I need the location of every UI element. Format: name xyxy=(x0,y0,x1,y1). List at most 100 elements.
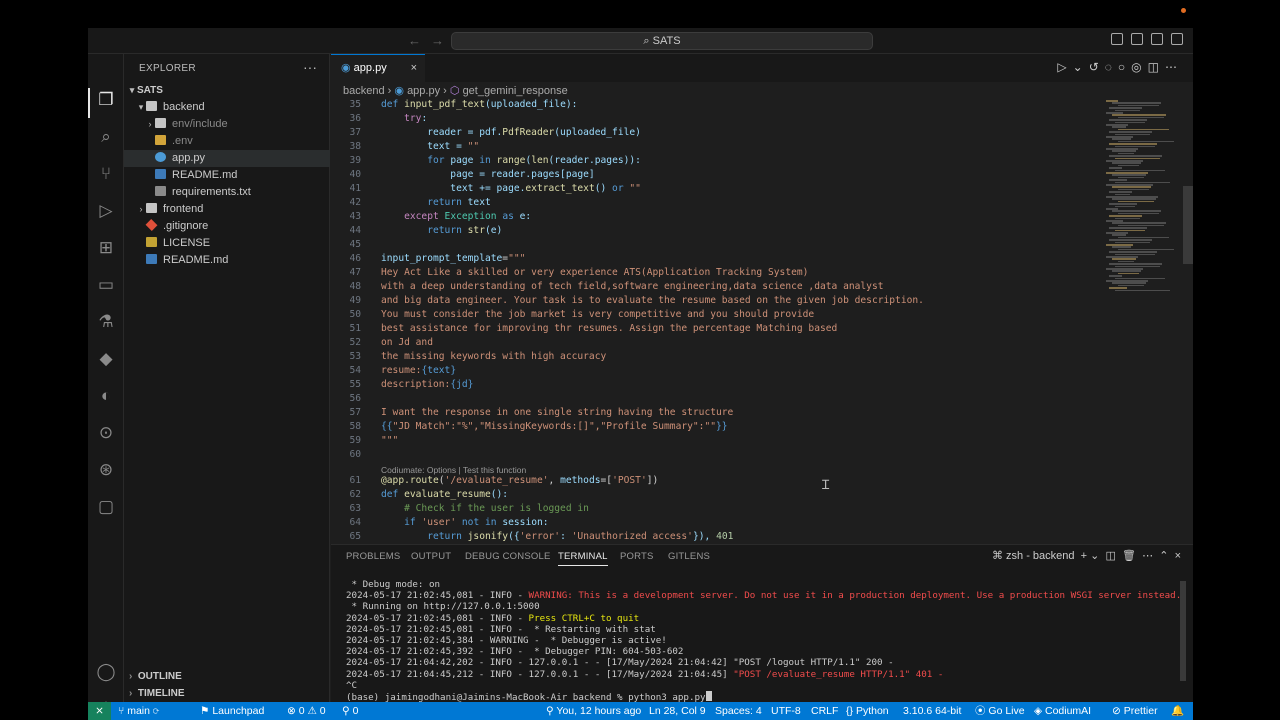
terminal-scrollbar[interactable] xyxy=(1180,581,1186,681)
code-line: 51 best assistance for improving thr resu… xyxy=(331,322,1101,336)
terminal-text: 2024-05-17 21:02:45,081 - INFO - xyxy=(346,590,529,602)
code-text: best assistance for improving thr resume… xyxy=(381,323,838,334)
tree-folder[interactable]: › frontend xyxy=(124,201,330,218)
codium-status[interactable]: ◈ CodiumAI xyxy=(1034,702,1091,720)
tree-folder[interactable]: › env/include xyxy=(124,116,330,133)
remote-explorer-icon[interactable]: ▭ xyxy=(96,275,116,295)
line-number: 44 xyxy=(349,225,361,236)
code-line: 43 except Exception as e: xyxy=(331,210,1101,224)
toggle-secondary-sidebar-icon[interactable] xyxy=(1151,33,1163,45)
revert-icon[interactable]: ↺ xyxy=(1089,60,1105,74)
branch-status[interactable]: ⑂ main ⟳ xyxy=(118,702,159,720)
dropdown-icon[interactable]: ⌄ xyxy=(1090,550,1099,562)
codium-icon[interactable]: ◐ xyxy=(96,386,116,406)
codium-action-icon[interactable]: ◎ xyxy=(1131,60,1147,74)
more-editor-actions-icon[interactable]: ⋯ xyxy=(1165,60,1183,74)
line-number: 61 xyxy=(349,475,361,486)
editor-scrollbar[interactable] xyxy=(1183,186,1193,264)
breadcrumb-file[interactable]: app.py xyxy=(407,85,440,97)
accounts-icon[interactable]: ◯ xyxy=(96,662,116,682)
toggle-icon[interactable]: ○ xyxy=(1118,60,1131,74)
chevron-right-icon: › xyxy=(148,119,152,129)
terminal-output[interactable]: * Debug mode: on 2024-05-17 21:02:45,081 … xyxy=(346,579,1186,702)
code-line: 59 """ xyxy=(331,434,1101,448)
maximize-panel-icon[interactable]: ⌃ xyxy=(1159,550,1168,562)
terminal-line: ^C xyxy=(346,680,1186,691)
chat-icon[interactable]: ▢ xyxy=(96,497,116,517)
interpreter[interactable]: 3.10.6 64-bit xyxy=(903,702,961,720)
code-text: except Exception as e: xyxy=(404,211,532,222)
run-file-icon[interactable]: ▷ xyxy=(1057,60,1072,74)
line-ending[interactable]: CRLF xyxy=(811,702,838,720)
explorer-icon[interactable]: ❐ xyxy=(96,90,116,110)
tree-file[interactable]: .env xyxy=(124,133,330,150)
ports-status[interactable]: ⚲ 0 xyxy=(342,702,358,720)
code-line: 37 reader = pdf.PdfReader(uploaded_file) xyxy=(331,126,1101,140)
panel-tab-ports[interactable]: PORTS xyxy=(620,551,654,562)
extensions-icon[interactable]: ⊞ xyxy=(96,238,116,258)
run-debug-icon[interactable]: ▷ xyxy=(96,201,116,221)
close-panel-icon[interactable]: × xyxy=(1175,550,1181,562)
terminal-line: * Debug mode: on xyxy=(346,579,1186,590)
docker-icon[interactable]: ◆ xyxy=(96,349,116,369)
timeline-section[interactable]: › TIMELINE xyxy=(124,685,330,702)
gitlens-icon[interactable]: ⊙ xyxy=(96,423,116,443)
customize-layout-icon[interactable] xyxy=(1171,33,1183,45)
more-icon[interactable]: ⋯ xyxy=(1142,550,1153,562)
kill-terminal-icon[interactable]: 🗑 xyxy=(1122,550,1136,562)
new-terminal-icon[interactable]: + xyxy=(1081,550,1087,562)
toggle-panel-icon[interactable] xyxy=(1131,33,1143,45)
tree-file[interactable]: app.py xyxy=(124,150,330,167)
minimap-line xyxy=(1112,150,1136,152)
go-live[interactable]: ⦿ Go Live xyxy=(975,702,1025,720)
line-number: 57 xyxy=(349,407,361,418)
line-number: 49 xyxy=(349,295,361,306)
testing-icon[interactable]: ⚗ xyxy=(96,312,116,332)
encoding[interactable]: UTF-8 xyxy=(771,702,801,720)
split-terminal-icon[interactable]: ◫ xyxy=(1105,550,1115,562)
more-actions-icon[interactable]: ··· xyxy=(303,59,317,75)
outline-section[interactable]: › OUTLINE xyxy=(124,668,330,685)
launchpad-status[interactable]: ⚑ Launchpad xyxy=(200,702,264,720)
notifications-icon[interactable]: 🔔 xyxy=(1171,702,1184,720)
tree-file[interactable]: .gitignore xyxy=(124,218,330,235)
breadcrumb-symbol[interactable]: get_gemini_response xyxy=(463,85,568,97)
compare-icon[interactable]: ◌ xyxy=(1105,60,1118,74)
remote-indicator-icon[interactable]: ⨯ xyxy=(88,702,111,720)
run-dropdown-icon[interactable]: ⌄ xyxy=(1073,60,1089,74)
code-editor[interactable]: 35 def input_pdf_text(uploaded_file): 36 t… xyxy=(331,98,1193,544)
tree-file[interactable]: LICENSE xyxy=(124,235,330,252)
panel-tab-output[interactable]: OUTPUT xyxy=(411,551,451,562)
explorer-title: EXPLORER xyxy=(139,63,196,74)
tree-file[interactable]: README.md xyxy=(124,167,330,184)
minimap-line xyxy=(1118,152,1134,155)
indentation[interactable]: Spaces: 4 xyxy=(715,702,762,720)
tree-file[interactable]: README.md xyxy=(124,252,330,269)
panel-tab-debug-console[interactable]: DEBUG CONSOLE xyxy=(465,551,550,562)
language-mode[interactable]: {} Python xyxy=(846,702,889,720)
blame-status[interactable]: ⚲ You, 12 hours ago xyxy=(546,702,641,720)
prettier-status[interactable]: ⊘ Prettier xyxy=(1112,702,1158,720)
nav-arrows[interactable]: ←→ xyxy=(408,33,454,48)
terminal-name[interactable]: zsh - backend xyxy=(1006,550,1074,562)
panel-tab-terminal[interactable]: TERMINAL xyxy=(558,551,608,566)
source-control-icon[interactable]: ⑂ xyxy=(96,164,116,184)
command-center[interactable]: ⌕ SATS xyxy=(451,32,873,50)
tab-app-py[interactable]: ◉ app.py × xyxy=(331,54,425,82)
gitlens-inspect-icon[interactable]: ⊛ xyxy=(96,460,116,480)
code-line: 53 the missing keywords with high accurac… xyxy=(331,350,1101,364)
toggle-sidebar-icon[interactable] xyxy=(1111,33,1123,45)
breadcrumb-folder[interactable]: backend xyxy=(343,85,385,97)
workspace-root[interactable]: ▾ SATS xyxy=(124,82,330,99)
split-editor-icon[interactable]: ◫ xyxy=(1148,60,1165,74)
panel-tab-gitlens[interactable]: GITLENS xyxy=(668,551,710,562)
tree-file[interactable]: requirements.txt xyxy=(124,184,330,201)
search-icon[interactable]: ⌕ xyxy=(96,127,116,147)
vscode-window: ←→ ⌕ SATS ❐ ⌕ ⑂ ▷ ⊞ ▭ ⚗ ◆ ◐ ⊙ ⊛ ▢ ◯ ⚙ EX… xyxy=(88,28,1193,720)
tree-folder[interactable]: ▾ backend xyxy=(124,99,330,116)
panel-tab-problems[interactable]: PROBLEMS xyxy=(346,551,400,562)
cursor-position[interactable]: Ln 28, Col 9 xyxy=(649,702,706,720)
close-tab-icon[interactable]: × xyxy=(411,55,417,82)
minimap[interactable] xyxy=(1106,100,1176,300)
problems-status[interactable]: ⊗ 0 ⚠ 0 xyxy=(287,702,326,720)
